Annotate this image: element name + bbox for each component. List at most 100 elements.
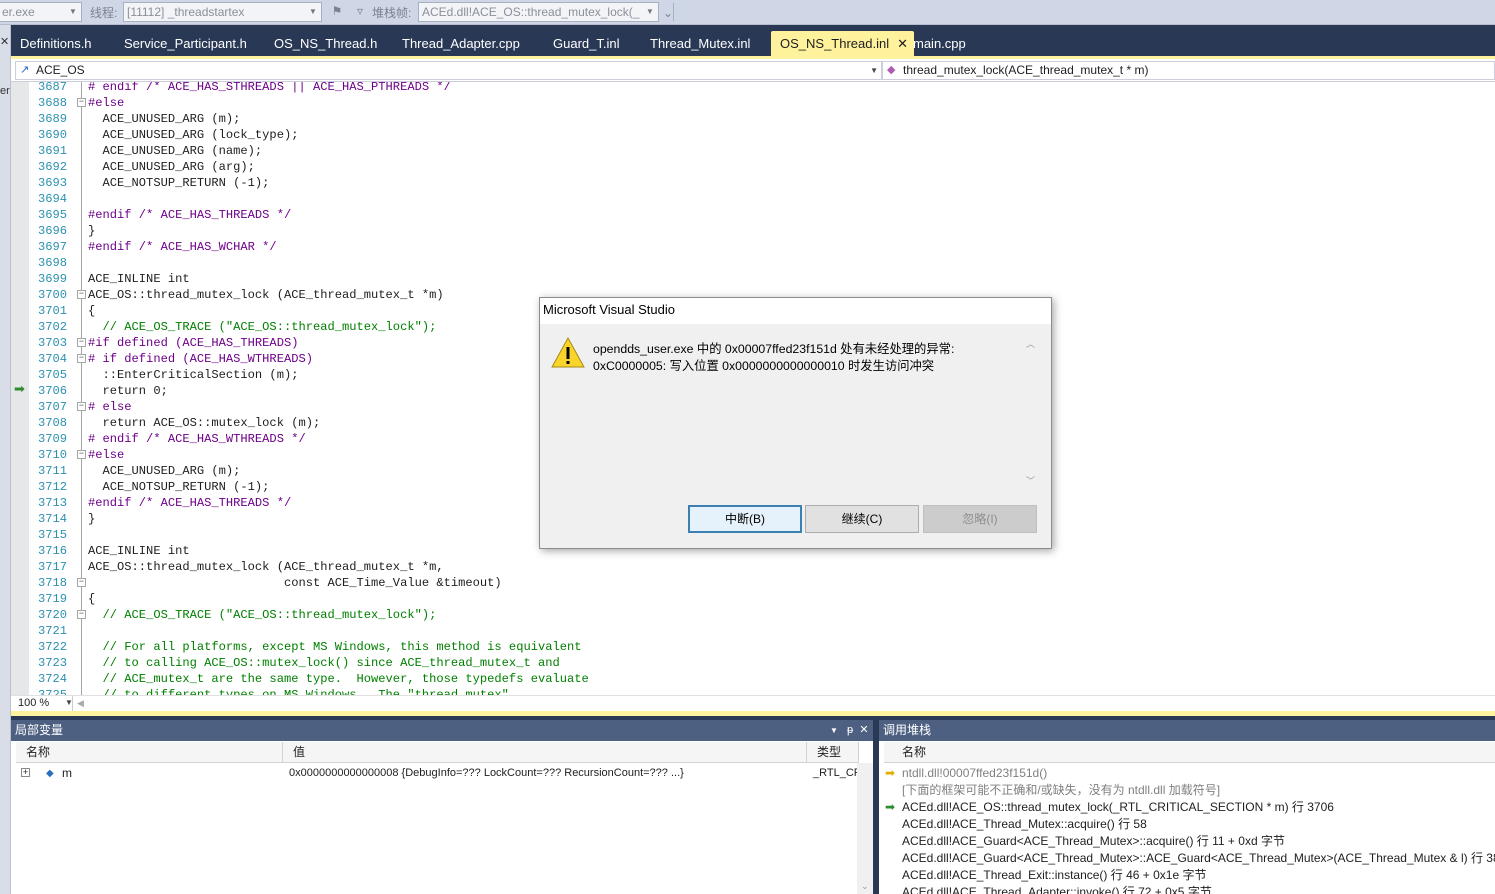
close-icon[interactable]: ✕ (857, 720, 871, 741)
code-text[interactable]: // to different types on MS Windows. The… (88, 687, 509, 695)
code-line[interactable]: 3722 // For all platforms, except MS Win… (11, 639, 1495, 655)
locals-col-type[interactable]: 类型 (807, 742, 859, 763)
tab-main-cpp[interactable]: main.cpp (904, 31, 966, 56)
code-line[interactable]: 3725 // to different types on MS Windows… (11, 687, 1495, 695)
scroll-down-icon[interactable]: ⌄ (861, 881, 869, 892)
process-combo[interactable]: er.exe ▼ (0, 2, 82, 22)
code-line[interactable]: 3694 (11, 191, 1495, 207)
flag-thread-icon[interactable]: ⚑ (330, 4, 344, 18)
code-text[interactable]: #endif /* ACE_HAS_THREADS */ (88, 495, 291, 511)
code-text[interactable]: ACE_UNUSED_ARG (name); (88, 143, 263, 159)
code-text[interactable]: { (88, 303, 95, 319)
code-text[interactable]: } (88, 223, 95, 239)
code-text[interactable]: // to calling ACE_OS::mutex_lock() since… (88, 655, 560, 671)
code-line[interactable]: 3698 (11, 255, 1495, 271)
collapse-icon[interactable]: − (77, 450, 86, 459)
code-line[interactable]: 3688 − #else (11, 95, 1495, 111)
code-text[interactable]: // ACE_OS_TRACE ("ACE_OS::thread_mutex_l… (88, 319, 437, 335)
code-text[interactable]: #else (88, 447, 124, 463)
code-text[interactable]: #if defined (ACE_HAS_THREADS) (88, 335, 298, 351)
scope-combo[interactable]: ↗ ACE_OS ▼ (15, 61, 882, 80)
callstack-frame[interactable]: [下面的框架可能不正确和/或缺失，没有为 ntdll.dll 加载符号] (884, 782, 1495, 799)
code-text[interactable]: } (88, 511, 95, 527)
code-line[interactable]: 3697 #endif /* ACE_HAS_WCHAR */ (11, 239, 1495, 255)
side-tab-label[interactable]: er (0, 85, 10, 97)
code-text[interactable]: ACE_UNUSED_ARG (m); (88, 463, 241, 479)
code-text[interactable]: ACE_NOTSUP_RETURN (-1); (88, 479, 270, 495)
callstack-frame[interactable]: ACEd.dll!ACE_Thread_Adapter::invoke() 行 … (884, 884, 1495, 894)
tab-os-ns-thread-inl[interactable]: OS_NS_Thread.inl ✕ (771, 31, 915, 56)
callstack-frame[interactable]: ➡ ntdll.dll!00007ffed23f151d() (884, 765, 1495, 782)
code-line[interactable]: 3719 { (11, 591, 1495, 607)
scroll-left-icon[interactable]: ◀ (77, 696, 84, 710)
locals-scrollbar[interactable]: ⌄ (857, 763, 873, 894)
continue-button[interactable]: 继续(C) (805, 505, 919, 533)
scroll-up-icon[interactable]: ︿ (1026, 337, 1035, 350)
collapse-icon[interactable]: − (77, 402, 86, 411)
code-line[interactable]: 3724 // ACE_mutex_t are the same type. H… (11, 671, 1495, 687)
code-text[interactable]: return ACE_OS::mutex_lock (m); (88, 415, 321, 431)
ignore-button[interactable]: 忽略(I) (923, 505, 1037, 533)
code-text[interactable]: // ACE_mutex_t are the same type. Howeve… (88, 671, 589, 687)
code-text[interactable]: ACE_UNUSED_ARG (arg); (88, 159, 255, 175)
callstack-frame[interactable]: ACEd.dll!ACE_Thread_Exit::instance() 行 4… (884, 867, 1495, 884)
callstack-frame[interactable]: ACEd.dll!ACE_Thread_Mutex::acquire() 行 5… (884, 816, 1495, 833)
code-text[interactable]: // For all platforms, except MS Windows,… (88, 639, 582, 655)
code-line[interactable]: 3696} (11, 223, 1495, 239)
code-text[interactable]: ACE_OS::thread_mutex_lock (ACE_thread_mu… (88, 559, 444, 575)
code-line[interactable]: 3723 // to calling ACE_OS::mutex_lock() … (11, 655, 1495, 671)
code-text[interactable]: ACE_INLINE int (88, 271, 190, 287)
tab-definitions-h[interactable]: Definitions.h (11, 31, 92, 56)
pin-icon[interactable]: ᵽ (843, 720, 857, 741)
dropdown-icon[interactable]: ▼ (827, 720, 841, 741)
code-text[interactable]: // ACE_OS_TRACE ("ACE_OS::thread_mutex_l… (88, 607, 437, 623)
dialog-scrollbar[interactable]: ︿ ﹀ (1023, 337, 1040, 487)
code-text[interactable]: ACE_UNUSED_ARG (m); (88, 111, 241, 127)
callstack-frame[interactable]: ACEd.dll!ACE_Guard<ACE_Thread_Mutex>::ac… (884, 833, 1495, 850)
tab-guard-t-inl[interactable]: Guard_T.inl (544, 31, 619, 56)
code-text[interactable]: # if defined (ACE_HAS_WTHREADS) (88, 351, 313, 367)
code-line[interactable]: 3691 ACE_UNUSED_ARG (name); (11, 143, 1495, 159)
code-text[interactable]: ::EnterCriticalSection (m); (88, 367, 299, 383)
code-line[interactable]: 3692 ACE_UNUSED_ARG (arg); (11, 159, 1495, 175)
thread-combo[interactable]: [11112] _threadstartex ▼ (123, 2, 322, 22)
collapse-icon[interactable]: − (77, 610, 86, 619)
panel-splitter[interactable] (11, 711, 1495, 716)
code-line[interactable]: 3693 ACE_NOTSUP_RETURN (-1); (11, 175, 1495, 191)
code-text[interactable]: # endif /* ACE_HAS_STHREADS || ACE_HAS_P… (88, 82, 451, 95)
code-text[interactable]: #endif /* ACE_HAS_THREADS */ (88, 207, 291, 223)
collapse-icon[interactable]: − (77, 354, 86, 363)
collapse-icon[interactable]: − (77, 578, 86, 587)
collapse-icon[interactable]: − (77, 98, 86, 107)
code-text[interactable]: #endif /* ACE_HAS_WCHAR */ (88, 239, 277, 255)
collapse-icon[interactable]: − (77, 338, 86, 347)
code-text[interactable]: { (88, 591, 95, 607)
code-text[interactable]: ACE_OS::thread_mutex_lock (ACE_thread_mu… (88, 287, 444, 303)
code-text[interactable]: # endif /* ACE_HAS_WTHREADS */ (88, 431, 306, 447)
code-line[interactable]: 3699 ACE_INLINE int (11, 271, 1495, 287)
code-text[interactable]: ACE_INLINE int (88, 543, 190, 559)
code-line[interactable]: 3718 − const ACE_Time_Value &timeout) (11, 575, 1495, 591)
tab-thread-mutex-inl[interactable]: Thread_Mutex.inl (641, 31, 750, 56)
close-icon[interactable]: ✕ (0, 35, 9, 48)
zoom-combo[interactable]: 100 % (13, 696, 73, 711)
code-text[interactable]: ACE_UNUSED_ARG (lock_type); (88, 127, 299, 143)
member-combo[interactable]: ◆ thread_mutex_lock(ACE_thread_mutex_t *… (882, 61, 1495, 80)
break-button[interactable]: 中断(B) (688, 505, 802, 533)
code-line[interactable]: 3721 (11, 623, 1495, 639)
code-line[interactable]: 3687 # endif /* ACE_HAS_STHREADS || ACE_H… (11, 82, 1495, 95)
scroll-down-icon[interactable]: ﹀ (1026, 474, 1035, 487)
local-value[interactable]: 0x0000000000000008 {DebugInfo=??? LockCo… (289, 765, 809, 782)
callstack-col-name[interactable]: 名称 (884, 742, 1495, 763)
locals-col-value[interactable]: 值 (283, 742, 807, 763)
code-text[interactable]: const ACE_Time_Value &timeout) (88, 575, 502, 591)
filter-icon[interactable]: ▿ (353, 4, 367, 18)
code-text[interactable]: #else (88, 95, 124, 111)
code-line[interactable]: 3689 ACE_UNUSED_ARG (m); (11, 111, 1495, 127)
code-line[interactable]: 3690 ACE_UNUSED_ARG (lock_type); (11, 127, 1495, 143)
code-line[interactable]: 3717 ACE_OS::thread_mutex_lock (ACE_threa… (11, 559, 1495, 575)
collapse-icon[interactable]: − (77, 290, 86, 299)
code-text[interactable]: return 0; (88, 383, 168, 399)
tab-os-ns-thread-h[interactable]: OS_NS_Thread.h (265, 31, 377, 56)
locals-col-name[interactable]: 名称 (16, 742, 283, 763)
